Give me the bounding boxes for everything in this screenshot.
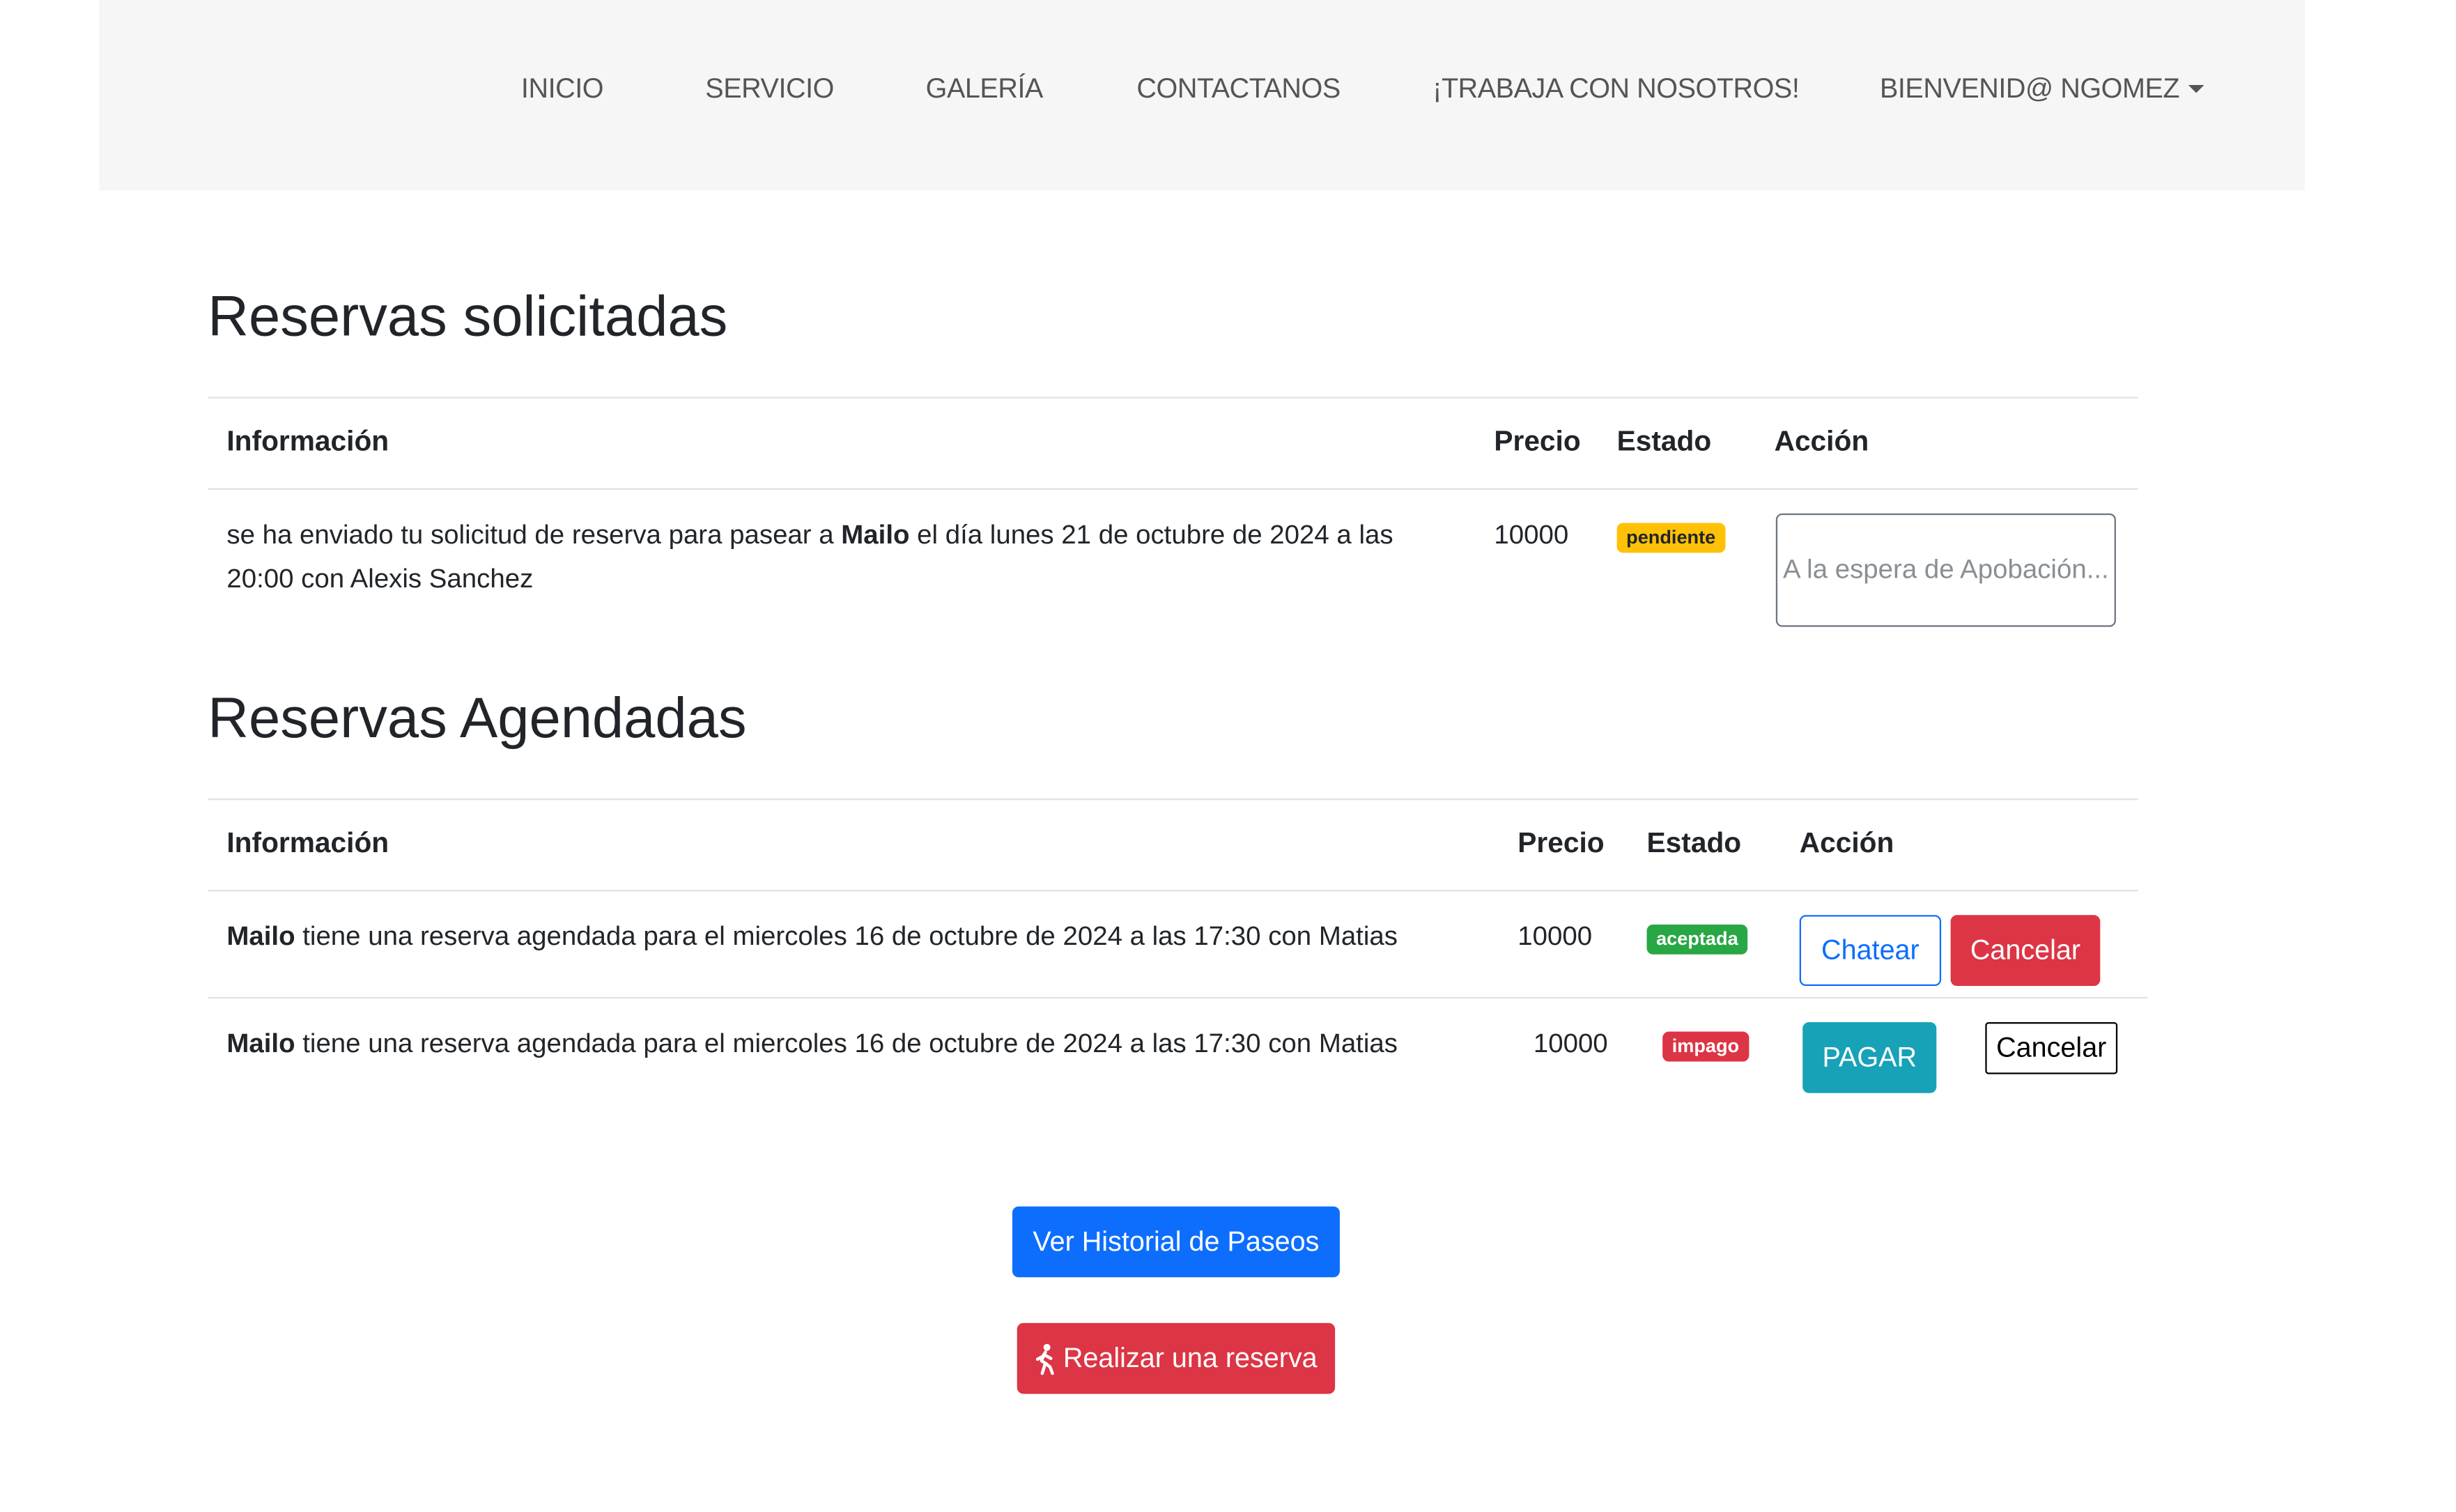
status-badge: impago [1662,1031,1749,1062]
make-reservation-button[interactable]: Realizar una reserva [1017,1322,1336,1394]
history-button[interactable]: Ver Historial de Paseos [1012,1206,1340,1278]
pet-name: Mailo [226,921,295,952]
row-divider [208,996,2148,999]
walking-person-icon [1035,1343,1057,1375]
pet-name: Mailo [226,1028,295,1058]
cancel-button[interactable]: Cancelar [1985,1021,2118,1074]
info-prefix: se ha enviado tu solicitud de reserva pa… [226,519,842,550]
user-menu-dropdown[interactable]: BIENVENID@ NGOMEZ [1879,72,2205,105]
cancel-button[interactable]: Cancelar [1950,915,2101,987]
nav-trabaja-con-nosotros[interactable]: ¡TRABAJA CON NOSOTROS! [1432,72,1800,105]
caret-down-icon [2188,85,2205,93]
table-header-border [208,890,2138,892]
row-info: se ha enviado tu solicitud de reserva pa… [226,514,1454,602]
row-precio: 10000 [1517,921,1593,952]
awaiting-approval-button[interactable]: A la espera de Apobación... [1775,513,2116,627]
header-precio: Precio [1494,425,1581,457]
user-menu-label: BIENVENID@ NGOMEZ [1879,72,2180,105]
table-header-border [208,488,2138,490]
pay-button[interactable]: PAGAR [1802,1021,1937,1093]
header-accion: Acción [1799,826,1894,858]
status-badge: pendiente [1616,523,1725,553]
header-informacion: Información [226,826,389,858]
info-suffix: tiene una reserva agendada para el mierc… [295,921,1398,952]
nav-contactanos[interactable]: CONTACTANOS [1136,72,1341,105]
chat-button[interactable]: Chatear [1799,915,1942,987]
table-top-border [208,396,2138,399]
section-title-solicitadas: Reservas solicitadas [208,283,728,348]
nav-servicio[interactable]: SERVICIO [705,72,834,105]
row-info: Mailo tiene una reserva agendada para el… [226,915,1486,959]
navbar: INICIO SERVICIO GALERÍA CONTACTANOS ¡TRA… [99,0,2306,191]
header-accion: Acción [1774,425,1869,457]
row-precio: 10000 [1494,519,1569,550]
info-suffix: tiene una reserva agendada para el mierc… [295,1028,1398,1058]
header-estado: Estado [1616,425,1712,457]
pet-name: Mailo [841,519,910,550]
status-badge: aceptada [1646,924,1748,955]
header-informacion: Información [226,425,389,457]
header-precio: Precio [1517,826,1605,858]
header-estado: Estado [1646,826,1742,858]
section-title-agendadas: Reservas Agendadas [208,685,747,750]
nav-galeria[interactable]: GALERÍA [926,72,1044,105]
make-reservation-label: Realizar una reserva [1063,1341,1318,1374]
row-precio: 10000 [1533,1028,1608,1058]
nav-inicio[interactable]: INICIO [521,72,604,105]
row-info: Mailo tiene una reserva agendada para el… [226,1022,1486,1066]
table-top-border [208,799,2138,801]
